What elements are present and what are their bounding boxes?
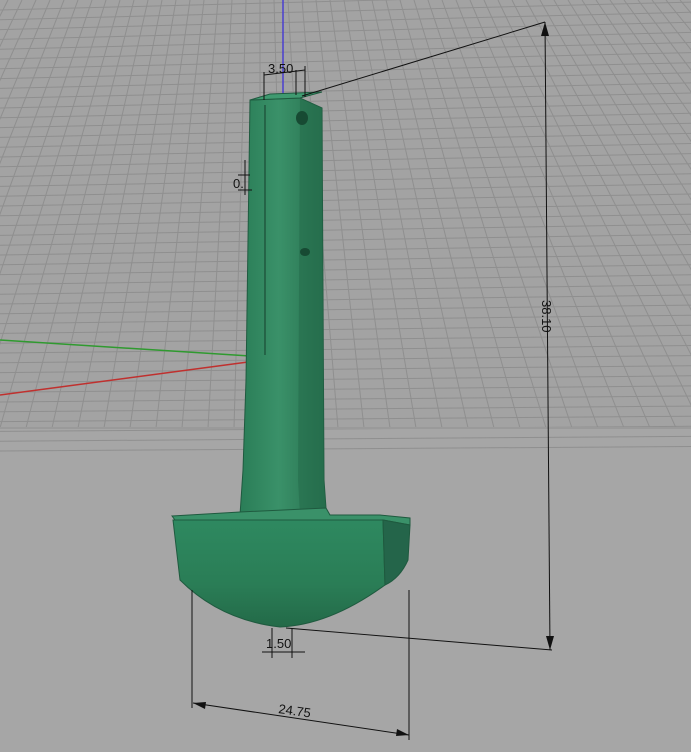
model-shaft-side [298,98,326,515]
construction-grid [0,0,691,452]
dimension-height-label: 38.10 [539,300,554,333]
viewport-canvas[interactable]: 3.50 0. 38.10 1.50 24.75 [0,0,691,752]
dimension-top-width-label: 3.50 [268,61,293,76]
dimension-base-gap-label: 1.50 [266,636,291,651]
model-hole-upper [296,111,308,125]
dimension-side-offset-label: 0. [233,176,244,191]
model-hole-lower [300,248,310,256]
3d-viewport[interactable]: 3.50 0. 38.10 1.50 24.75 [0,0,691,752]
